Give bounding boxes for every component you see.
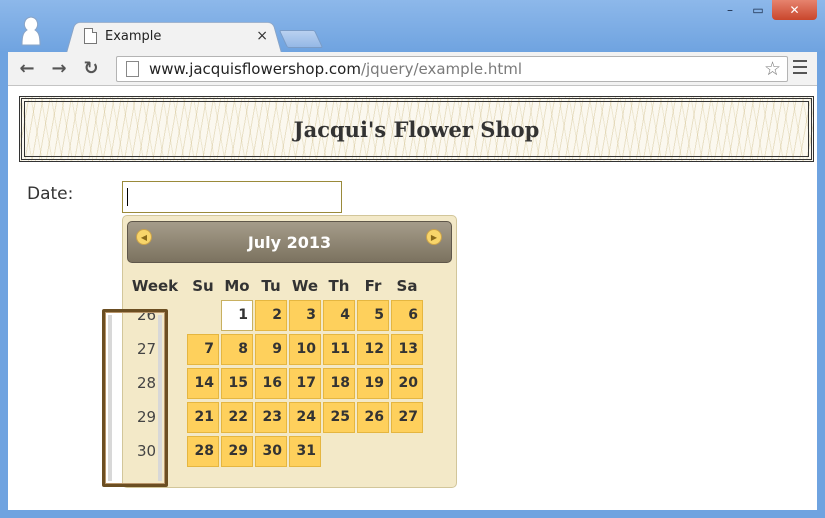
calendar-day[interactable]: 22 (221, 402, 253, 433)
calendar-grid: Week Su Mo Tu We Th Fr Sa 26 1 2 3 4 5 6 27 7 8 9 10 11 12 1… (123, 272, 425, 470)
forward-arrow-icon[interactable]: → (48, 57, 70, 79)
calendar-week-row: 29 21 22 23 24 25 26 27 (125, 402, 423, 436)
calendar-day[interactable]: 18 (323, 368, 355, 399)
address-bar[interactable]: www.jacquisflowershop.com/jquery/example… (116, 56, 788, 82)
calendar-week-row: 26 1 2 3 4 5 6 (125, 300, 423, 334)
calendar-day[interactable]: 25 (323, 402, 355, 433)
calendar-day[interactable]: 1 (221, 300, 253, 331)
calendar-day[interactable]: 20 (391, 368, 423, 399)
calendar-day[interactable]: 16 (255, 368, 287, 399)
weekday-header: Su (192, 277, 214, 295)
calendar-day[interactable]: 15 (221, 368, 253, 399)
url-path: /jquery/example.html (360, 60, 523, 78)
next-month-icon[interactable]: ▶ (426, 229, 442, 245)
week-number: 30 (137, 442, 157, 460)
calendar-day[interactable]: 28 (187, 436, 219, 467)
calendar-day[interactable]: 9 (255, 334, 287, 365)
calendar-day[interactable]: 24 (289, 402, 321, 433)
prev-month-icon[interactable]: ◀ (136, 229, 152, 245)
calendar-day[interactable]: 4 (323, 300, 355, 331)
empty-day-cell (187, 300, 219, 331)
calendar-day[interactable]: 7 (187, 334, 219, 365)
datepicker: July 2013 ◀ ▶ Week Su Mo Tu We Th Fr Sa 26 1 2 3 4… (122, 215, 457, 488)
page-content: Jacqui's Flower Shop Date: July 2013 ◀ ▶… (8, 86, 817, 510)
calendar-day[interactable]: 5 (357, 300, 389, 331)
profile-avatar-icon[interactable] (18, 14, 44, 46)
empty-day-cell (357, 436, 389, 467)
month-title: July 2013 (247, 232, 332, 252)
week-number: 26 (137, 306, 157, 324)
browser-tab[interactable]: Example × (78, 24, 274, 48)
back-arrow-icon[interactable]: ← (16, 57, 38, 79)
weekday-header: Tu (261, 277, 281, 295)
page-icon (126, 61, 139, 77)
calendar-week-row: 27 7 8 9 10 11 12 13 (125, 334, 423, 368)
datepicker-header: July 2013 (127, 221, 452, 263)
calendar-day[interactable]: 8 (221, 334, 253, 365)
empty-day-cell (391, 436, 423, 467)
calendar-week-row: 30 28 29 30 31 (125, 436, 423, 470)
calendar-day[interactable]: 6 (391, 300, 423, 331)
minimize-button[interactable]: – (716, 0, 744, 20)
reload-icon[interactable]: ↻ (80, 57, 102, 79)
weekday-header: We (291, 277, 319, 295)
weekday-header: Fr (364, 277, 382, 295)
calendar-day[interactable]: 14 (187, 368, 219, 399)
page-icon (84, 28, 97, 44)
calendar-day[interactable]: 23 (255, 402, 287, 433)
shop-title: Jacqui's Flower Shop (293, 116, 540, 142)
calendar-day[interactable]: 2 (255, 300, 287, 331)
calendar-week-row: 28 14 15 16 17 18 19 20 (125, 368, 423, 402)
calendar-body: 26 1 2 3 4 5 6 27 7 8 9 10 11 12 13 28 14 15 16 17 18 19 20 29 2… (125, 300, 423, 470)
header-banner: Jacqui's Flower Shop (19, 96, 814, 162)
weekday-header: Mo (224, 277, 250, 295)
url-host: www.jacquisflowershop.com (149, 60, 361, 78)
calendar-day[interactable]: 11 (323, 334, 355, 365)
weekday-header-row: Week Su Mo Tu We Th Fr Sa (125, 272, 423, 300)
calendar-day[interactable]: 19 (357, 368, 389, 399)
date-input[interactable] (122, 181, 342, 213)
date-label: Date: (27, 184, 74, 204)
bookmark-star-icon[interactable]: ☆ (764, 58, 781, 80)
weekday-header: Th (328, 277, 350, 295)
calendar-day[interactable]: 12 (357, 334, 389, 365)
week-column-header: Week (131, 277, 179, 295)
browser-toolbar: ← → ↻ www.jacquisflowershop.com/jquery/e… (8, 52, 817, 86)
close-window-button[interactable]: ✕ (772, 0, 817, 20)
calendar-day[interactable]: 27 (391, 402, 423, 433)
weekday-header: Sa (396, 277, 418, 295)
calendar-day[interactable]: 17 (289, 368, 321, 399)
tab-title: Example (105, 28, 162, 44)
tab-close-icon[interactable]: × (256, 28, 268, 44)
window-controls: – ▭ ✕ (716, 0, 817, 20)
menu-icon[interactable] (793, 60, 807, 78)
maximize-button[interactable]: ▭ (744, 0, 772, 20)
calendar-day[interactable]: 13 (391, 334, 423, 365)
calendar-day[interactable]: 10 (289, 334, 321, 365)
empty-day-cell (323, 436, 355, 467)
calendar-day[interactable]: 26 (357, 402, 389, 433)
calendar-day[interactable]: 3 (289, 300, 321, 331)
calendar-day[interactable]: 31 (289, 436, 321, 467)
calendar-day[interactable]: 29 (221, 436, 253, 467)
week-number: 27 (137, 340, 157, 358)
week-number: 28 (137, 374, 157, 392)
calendar-day[interactable]: 21 (187, 402, 219, 433)
week-number: 29 (137, 408, 157, 426)
calendar-day[interactable]: 30 (255, 436, 287, 467)
